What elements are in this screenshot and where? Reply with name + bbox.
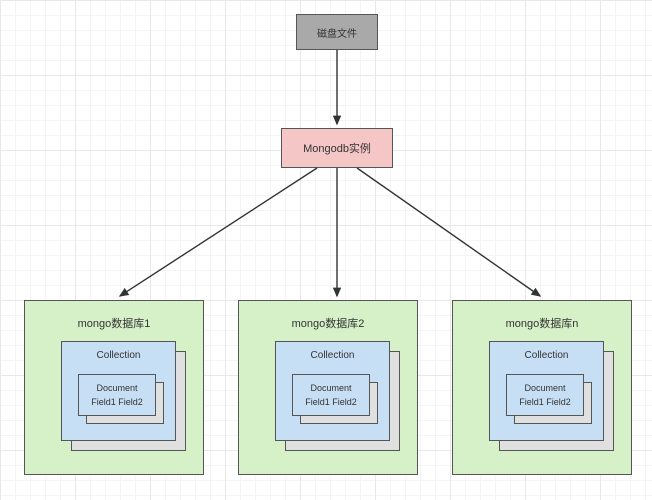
document-box: Document Field1 Field2 xyxy=(506,374,584,416)
document-label: Document xyxy=(293,381,369,395)
database-box-2: mongo数据库2 Collection Document Field1 Fie… xyxy=(238,300,418,475)
document-box: Document Field1 Field2 xyxy=(78,374,156,416)
document-fields: Field1 Field2 xyxy=(293,395,369,409)
document-fields: Field1 Field2 xyxy=(79,395,155,409)
database-title: mongo数据库2 xyxy=(239,315,417,331)
document-fields: Field1 Field2 xyxy=(507,395,583,409)
database-box-n: mongo数据库n Collection Document Field1 Fie… xyxy=(452,300,632,475)
collection-box: Collection Document Field1 Field2 xyxy=(61,341,176,441)
collection-box: Collection Document Field1 Field2 xyxy=(489,341,604,441)
collection-label: Collection xyxy=(62,350,175,361)
document-box: Document Field1 Field2 xyxy=(292,374,370,416)
disk-file-label: 磁盘文件 xyxy=(317,25,357,40)
collection-label: Collection xyxy=(490,350,603,361)
collection-label: Collection xyxy=(276,350,389,361)
collection-box: Collection Document Field1 Field2 xyxy=(275,341,390,441)
database-box-1: mongo数据库1 Collection Document Field1 Fie… xyxy=(24,300,204,475)
disk-file-box: 磁盘文件 xyxy=(296,14,378,50)
document-label: Document xyxy=(507,381,583,395)
document-label: Document xyxy=(79,381,155,395)
mongodb-instance-box: Mongodb实例 xyxy=(281,128,393,168)
database-title: mongo数据库1 xyxy=(25,315,203,331)
mongodb-instance-label: Mongodb实例 xyxy=(303,140,371,156)
database-title: mongo数据库n xyxy=(453,315,631,331)
